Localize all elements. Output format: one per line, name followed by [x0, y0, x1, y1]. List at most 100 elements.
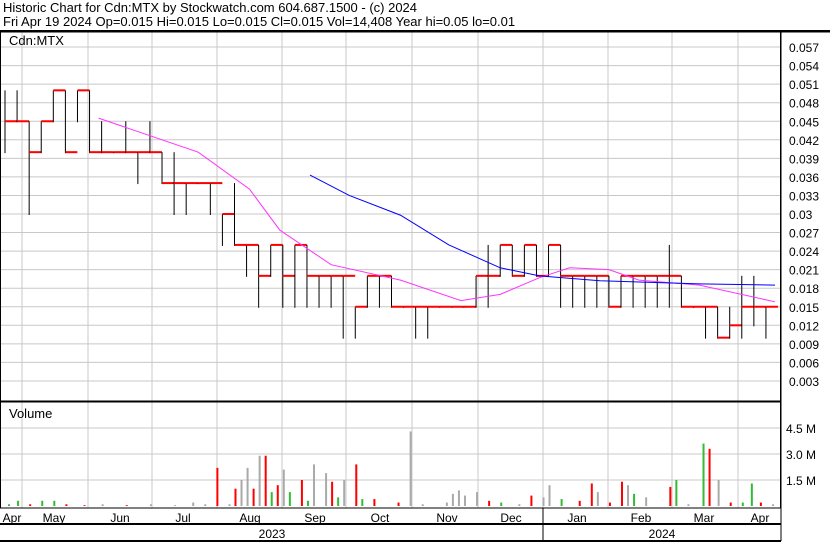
volume-bar — [729, 502, 732, 506]
volume-bar — [708, 448, 711, 506]
volume-bar — [409, 431, 412, 506]
volume-bar — [258, 455, 261, 506]
month-label: May — [43, 511, 66, 525]
volume-bar — [702, 443, 705, 506]
quote-summary: Fri Apr 19 2024 Op=0.015 Hi=0.015 Lo=0.0… — [3, 14, 516, 29]
price-tick-label: 0.003 — [789, 375, 819, 389]
month-label: Sep — [304, 511, 326, 525]
year-label: 2023 — [259, 527, 286, 541]
volume-bar — [306, 500, 309, 506]
volume-bar — [687, 504, 690, 506]
volume-bar — [192, 502, 195, 506]
volume-tick-label: 3.0 M — [786, 448, 816, 462]
stock-chart: Historic Chart for Cdn:MTX by Stockwatch… — [0, 0, 830, 543]
volume-bar — [421, 504, 424, 506]
price-tick-label: 0.015 — [789, 301, 819, 315]
year-label: 2024 — [649, 527, 676, 541]
price-tick-label: 0.018 — [789, 282, 819, 296]
volume-bar — [518, 504, 521, 506]
volume-bar — [53, 500, 56, 506]
volume-bar — [397, 502, 400, 506]
month-label: Apr — [751, 511, 770, 525]
volume-bar — [331, 481, 334, 506]
month-label: Oct — [371, 511, 390, 525]
volume-bar — [621, 481, 623, 506]
volume-bar — [17, 500, 20, 506]
volume-bar — [355, 464, 358, 506]
price-tick-label: 0.048 — [789, 97, 819, 111]
month-label: Nov — [436, 511, 457, 525]
volume-bar — [373, 499, 376, 506]
volume-bar — [125, 505, 128, 506]
month-label: Apr — [3, 511, 22, 525]
volume-bar — [771, 504, 774, 506]
price-tick-label: 0.027 — [789, 227, 819, 241]
volume-bar — [313, 464, 315, 506]
volume-bar — [542, 497, 545, 506]
price-tick-label: 0.039 — [789, 152, 819, 166]
price-panel-frame — [0, 31, 781, 402]
price-tick-label: 0.012 — [789, 319, 819, 333]
volume-bar — [325, 473, 328, 506]
volume-bar — [750, 483, 753, 506]
month-label: Feb — [631, 511, 652, 525]
volume-bar — [759, 502, 762, 506]
volume-bar — [270, 492, 273, 506]
volume-bar — [65, 504, 68, 506]
volume-tick-label: 1.5 M — [786, 474, 816, 488]
volume-bar — [343, 480, 346, 506]
volume-bar — [252, 488, 255, 506]
volume-bar — [548, 485, 551, 506]
volume-bar — [276, 485, 279, 506]
volume-bar — [246, 467, 249, 506]
symbol-label: Cdn:MTX — [9, 33, 64, 48]
month-label: Jan — [567, 511, 586, 525]
volume-bar — [228, 504, 231, 506]
volume-bar — [83, 505, 86, 506]
volume-bar — [675, 480, 678, 506]
volume-bar — [216, 467, 219, 506]
chart-canvas: 0.057 0.054 0.051 0.048 0.045 0.042 0.039 0.036… — [0, 30, 830, 542]
volume-bar — [288, 492, 291, 506]
volume-bar — [337, 497, 340, 506]
price-tick-label: 0.045 — [789, 115, 819, 129]
volume-bar — [300, 480, 303, 506]
price-tick-label: 0.024 — [789, 245, 819, 259]
volume-bar — [282, 469, 285, 506]
volume-bar — [240, 480, 243, 506]
volume-label: Volume — [9, 406, 52, 421]
volume-bar — [476, 492, 479, 506]
volume-bar — [500, 502, 503, 506]
volume-bar — [457, 490, 460, 506]
volume-panel-frame — [0, 401, 781, 509]
moving-average-short — [98, 117, 776, 303]
volume-bar — [488, 500, 491, 506]
price-tick-label: 0.051 — [789, 78, 819, 92]
price-tick-label: 0.03 — [789, 208, 813, 222]
volume-bar — [361, 499, 364, 506]
price-tick-label: 0.033 — [789, 189, 819, 203]
month-label: Aug — [239, 511, 260, 525]
volume-bar — [29, 504, 32, 506]
volume-bar — [596, 492, 599, 506]
volume-bar — [445, 502, 448, 506]
chart-title: Historic Chart for Cdn:MTX by Stockwatch… — [3, 0, 418, 15]
moving-average-long — [309, 174, 776, 286]
volume-bar — [204, 504, 207, 506]
volume-bar — [463, 495, 466, 506]
volume-bar — [101, 504, 104, 506]
volume-bar — [8, 504, 11, 506]
price-tick-label: 0.021 — [789, 264, 819, 278]
volume-bar — [149, 504, 152, 506]
grid — [0, 32, 781, 508]
volume-bar — [669, 486, 672, 506]
volume-bar — [530, 495, 533, 506]
volume-bar — [590, 483, 593, 506]
volume-bar — [578, 500, 581, 506]
price-tick-label: 0.009 — [789, 338, 819, 352]
price-tick-label: 0.054 — [789, 60, 819, 74]
price-tick-label: 0.057 — [789, 41, 819, 55]
volume-bar — [560, 499, 563, 506]
volume-bar — [608, 502, 611, 506]
volume-panel — [8, 431, 774, 506]
